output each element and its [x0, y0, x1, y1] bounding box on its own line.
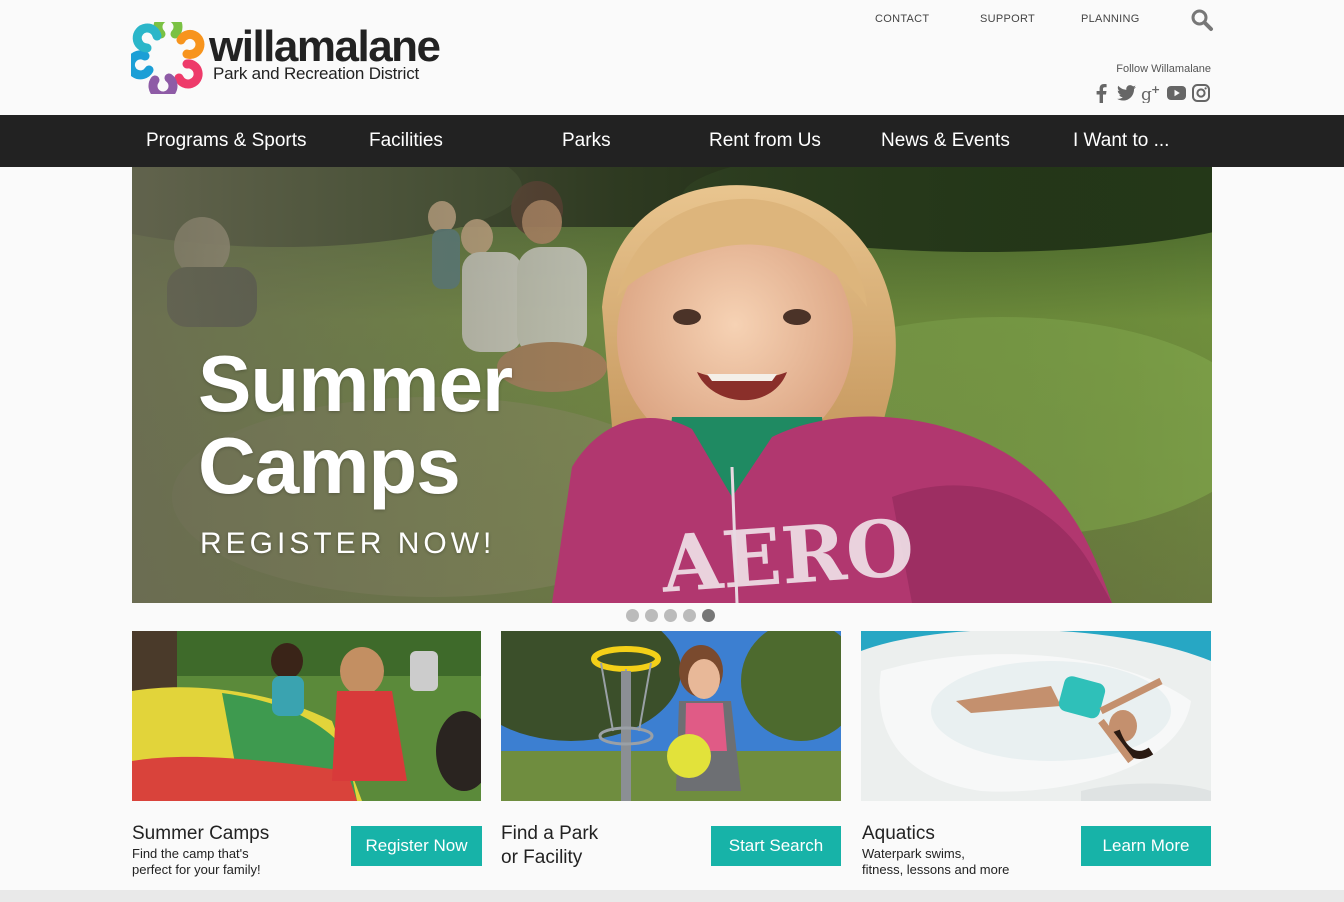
disc-golf-photo — [501, 631, 841, 801]
slider-dot-3[interactable] — [664, 609, 677, 622]
aquatics-description: Waterpark swims, fitness, lessons and mo… — [862, 846, 1009, 878]
twitter-link[interactable] — [1116, 83, 1136, 103]
nav-programs-sports[interactable]: Programs & Sports — [146, 115, 307, 167]
site-header: willamalane Park and Recreation District… — [0, 0, 1344, 115]
hero-slider[interactable]: AERO Summer Camps REGISTER NOW! — [132, 167, 1212, 603]
water-slide-photo — [861, 631, 1211, 801]
start-search-button[interactable]: Start Search — [711, 826, 841, 866]
hero-title: Summer Camps — [198, 339, 513, 510]
find-park-title-line-2: or Facility — [501, 847, 583, 868]
site-logo[interactable]: willamalane Park and Recreation District — [131, 22, 471, 96]
youtube-icon — [1166, 86, 1186, 100]
contact-link[interactable]: CONTACT — [875, 13, 929, 25]
aquatics-desc-line-1: Waterpark swims, — [862, 846, 965, 861]
search-button[interactable] — [1190, 8, 1214, 32]
hero-title-line-1: Summer — [198, 339, 513, 428]
slider-dot-5[interactable] — [702, 609, 715, 622]
logo-tagline: Park and Recreation District — [213, 64, 420, 83]
nav-rent-from-us[interactable]: Rent from Us — [709, 115, 821, 167]
find-park-title: Find a Park or Facility — [501, 822, 598, 870]
aquatics-image[interactable] — [861, 631, 1211, 801]
slider-dots — [626, 609, 715, 623]
follow-label: Follow Willamalane — [1116, 63, 1211, 75]
search-icon — [1191, 9, 1213, 31]
slider-dot-4[interactable] — [683, 609, 696, 622]
main-navigation: Programs & Sports Facilities Parks Rent … — [0, 115, 1344, 167]
svg-text:AERO: AERO — [658, 502, 917, 603]
find-park-title-line-1: Find a Park — [501, 823, 599, 844]
slider-dot-2[interactable] — [645, 609, 658, 622]
summer-camps-desc-line-1: Find the camp that's — [132, 846, 249, 861]
youtube-link[interactable] — [1166, 83, 1186, 103]
hero-register-now[interactable]: REGISTER NOW! — [200, 527, 495, 561]
summer-camps-desc-line-2: perfect for your family! — [132, 862, 261, 877]
aquatics-title: Aquatics — [862, 823, 935, 844]
svg-text:+: + — [1151, 83, 1160, 96]
nav-news-events[interactable]: News & Events — [881, 115, 1010, 167]
twitter-icon — [1116, 85, 1136, 101]
nav-i-want-to[interactable]: I Want to ... — [1073, 115, 1169, 167]
facebook-link[interactable] — [1091, 83, 1111, 103]
summer-camps-description: Find the camp that's perfect for your fa… — [132, 846, 261, 878]
slider-dot-1[interactable] — [626, 609, 639, 622]
learn-more-button[interactable]: Learn More — [1081, 826, 1211, 866]
nav-parks[interactable]: Parks — [562, 115, 611, 167]
footer-strip — [0, 890, 1344, 902]
nav-facilities[interactable]: Facilities — [369, 115, 443, 167]
register-now-button[interactable]: Register Now — [351, 826, 482, 866]
google-plus-link[interactable]: g + — [1141, 83, 1161, 103]
instagram-icon — [1192, 84, 1210, 102]
support-link[interactable]: SUPPORT — [980, 13, 1035, 25]
facebook-icon — [1096, 83, 1107, 103]
find-park-image[interactable] — [501, 631, 841, 801]
planning-link[interactable]: PLANNING — [1081, 13, 1140, 25]
summer-camps-image[interactable] — [132, 631, 481, 801]
instagram-link[interactable] — [1191, 83, 1211, 103]
aquatics-desc-line-2: fitness, lessons and more — [862, 862, 1010, 877]
hero-title-line-2: Camps — [198, 421, 461, 510]
summer-camps-title: Summer Camps — [132, 823, 270, 844]
parachute-play-photo — [132, 631, 481, 801]
google-plus-icon: g + — [1141, 83, 1160, 103]
logo-flower-icon — [131, 22, 205, 94]
